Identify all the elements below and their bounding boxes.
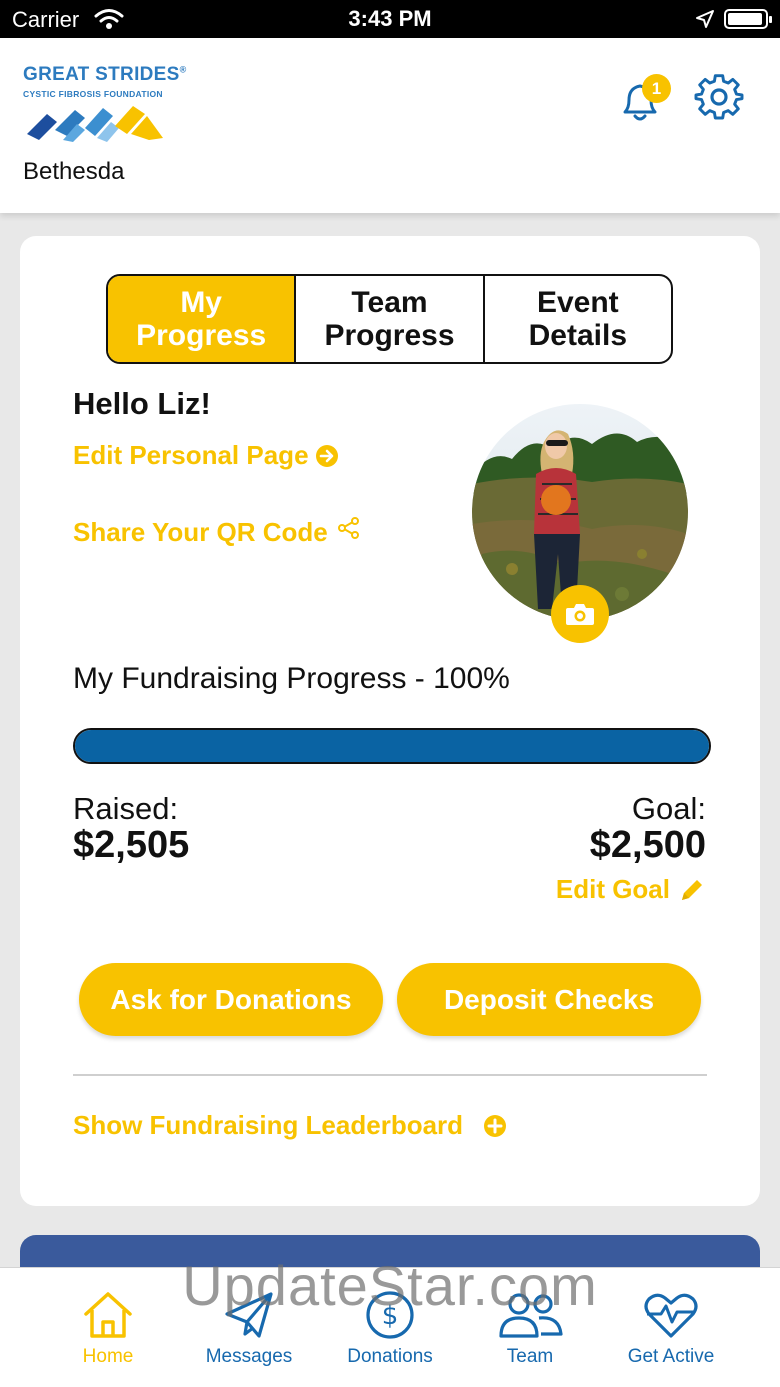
share-qr-label: Share Your QR Code <box>73 517 328 547</box>
goal-amount: $2,500 <box>589 824 706 866</box>
tab-team-progress[interactable]: Team Progress <box>294 276 482 362</box>
change-photo-button[interactable] <box>551 585 609 643</box>
tab-my-progress[interactable]: My Progress <box>108 276 295 362</box>
clock: 3:43 PM <box>348 6 432 31</box>
dollar-circle-icon: $ <box>366 1291 414 1339</box>
notification-badge: 1 <box>642 74 671 103</box>
nav-get-active-label: Get Active <box>627 1346 715 1367</box>
arrow-circle-right-icon <box>315 444 338 467</box>
progress-card: My Progress Team Progress Event Details … <box>20 236 760 1206</box>
plus-circle-icon <box>484 1114 507 1137</box>
logo-subtitle: CYSTIC FIBROSIS FOUNDATION <box>23 89 163 99</box>
tab-event-details[interactable]: Event Details <box>482 276 671 362</box>
nav-get-active[interactable]: Get Active <box>601 1290 741 1368</box>
pencil-icon <box>682 879 702 900</box>
app-header: GREAT STRIDES® CYSTIC FIBROSIS FOUNDATIO… <box>0 38 780 213</box>
divider <box>73 1074 707 1076</box>
deposit-checks-button[interactable]: Deposit Checks <box>397 963 701 1036</box>
logo-title: GREAT STRIDES® <box>23 64 187 85</box>
raised-label: Raised: <box>73 791 179 826</box>
ask-for-donations-button[interactable]: Ask for Donations <box>79 963 383 1036</box>
camera-icon <box>566 604 594 625</box>
location-arrow-icon <box>696 10 714 28</box>
nav-home-label: Home <box>82 1346 134 1367</box>
raised-amount: $2,505 <box>73 824 190 866</box>
settings-gear-icon[interactable] <box>694 74 744 124</box>
nav-donations-label: Donations <box>347 1346 433 1367</box>
segmented-tabs: My Progress Team Progress Event Details <box>106 274 673 364</box>
nav-team[interactable]: Team <box>460 1290 600 1368</box>
fundraising-progress-fill <box>75 730 709 762</box>
fundraising-progress-title: My Fundraising Progress - 100% <box>73 662 510 695</box>
event-location: Bethesda <box>23 158 125 185</box>
show-leaderboard-label: Show Fundraising Leaderboard <box>73 1110 464 1140</box>
battery-icon <box>724 9 772 29</box>
edit-goal-link[interactable]: Edit Goal <box>556 874 706 905</box>
status-bar: Carrier 3:43 PM <box>0 0 780 38</box>
edit-personal-page-link[interactable]: Edit Personal Page <box>73 440 339 471</box>
home-icon <box>84 1292 132 1338</box>
nav-home[interactable]: Home <box>38 1290 178 1368</box>
nav-team-label: Team <box>506 1346 554 1367</box>
share-icon <box>337 517 359 539</box>
share-qr-code-link[interactable]: Share Your QR Code <box>73 517 360 548</box>
goal-label: Goal: <box>631 791 706 826</box>
greeting: Hello Liz! <box>73 386 211 421</box>
people-icon <box>499 1293 563 1338</box>
fundraising-progress-bar <box>73 728 711 764</box>
nav-messages[interactable]: Messages <box>179 1290 319 1368</box>
svg-text:$: $ <box>382 1301 399 1331</box>
nav-messages-label: Messages <box>205 1346 293 1367</box>
bottom-tab-bar: Home Messages $ Donations Team Get Activ… <box>0 1267 780 1387</box>
edit-personal-page-label: Edit Personal Page <box>73 440 309 470</box>
show-leaderboard-link[interactable]: Show Fundraising Leaderboard <box>73 1110 507 1141</box>
heart-pulse-icon <box>644 1293 698 1338</box>
logo-ribbons <box>27 106 163 142</box>
paper-plane-icon <box>225 1292 273 1338</box>
edit-goal-label: Edit Goal <box>555 874 670 904</box>
nav-donations[interactable]: $ Donations <box>320 1290 460 1368</box>
